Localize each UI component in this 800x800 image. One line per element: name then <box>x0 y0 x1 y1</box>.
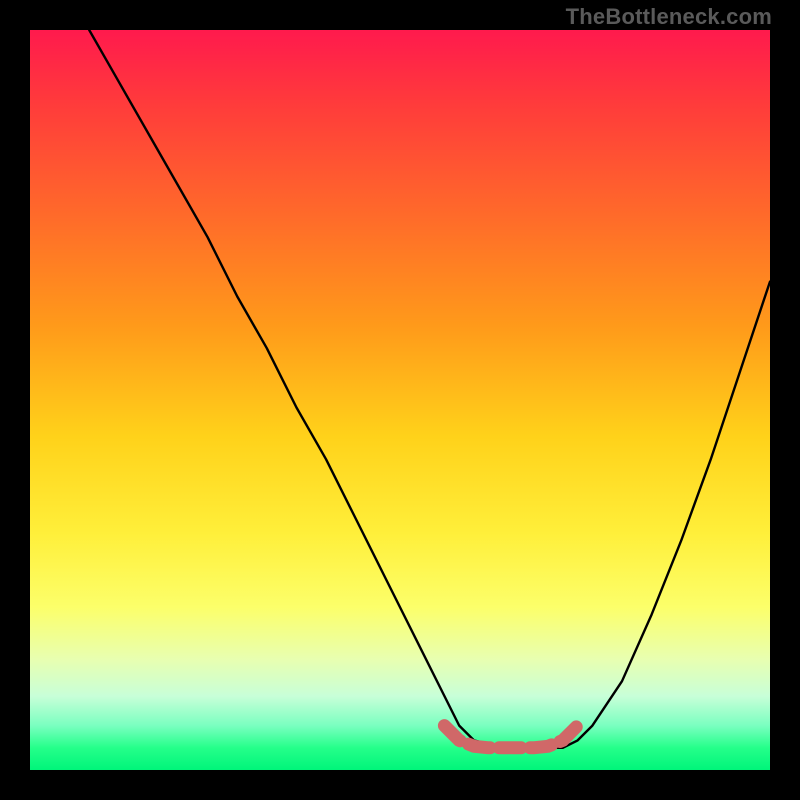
watermark-text: TheBottleneck.com <box>566 4 772 30</box>
bottleneck-curve <box>89 30 770 748</box>
plot-area <box>30 30 770 770</box>
chart-frame: TheBottleneck.com <box>0 0 800 800</box>
flat-bottom-highlight <box>444 726 577 748</box>
curve-svg <box>30 30 770 770</box>
